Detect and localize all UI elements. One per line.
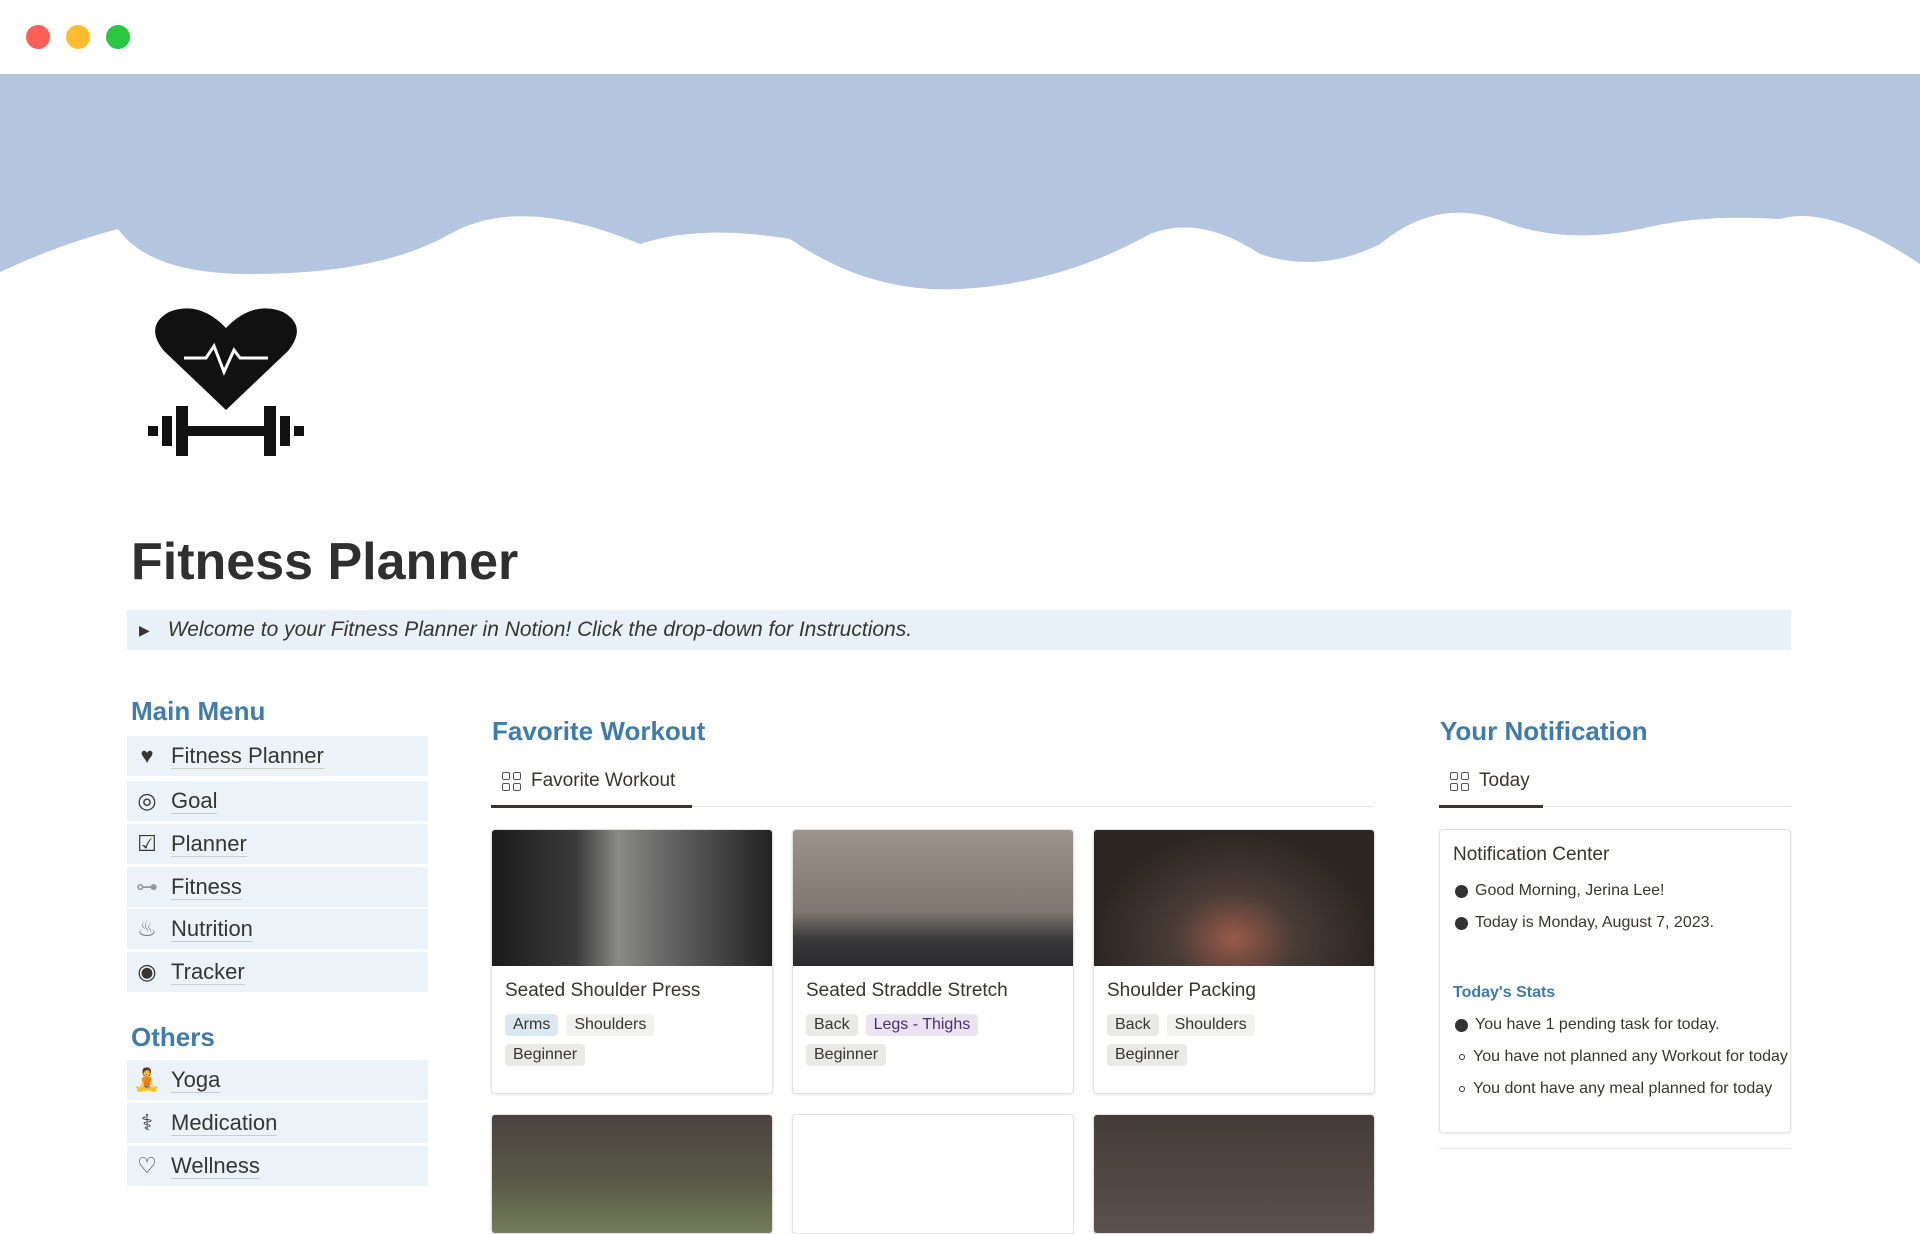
stat-text: You have 1 pending task for today. [1475,1016,1720,1033]
level-tag: Beginner [1107,1044,1188,1066]
workout-card[interactable]: Seated Straddle Stretch Back Legs - Thigh… [792,829,1074,1094]
checklist-icon: ☑ [137,831,157,856]
others-heading: Others [131,1022,215,1052]
workout-card[interactable] [491,1114,773,1234]
minimize-window-button[interactable] [66,25,90,49]
menu-item-fitness[interactable]: ⊶ Fitness [127,867,428,907]
zoom-window-button[interactable] [106,25,130,49]
workout-image [793,830,1073,966]
target-icon: ◎ [137,788,157,813]
muscle-tag: Arms [505,1014,559,1036]
workout-card[interactable]: Seated Shoulder Press Arms Shoulders Begi… [491,829,773,1094]
greeting-text: Good Morning, Jerina Lee! [1475,882,1665,899]
bullet-icon [1455,884,1468,898]
stat-text: You dont have any meal planned for today [1473,1080,1773,1097]
notification-heading: Your Notification [1440,716,1648,746]
menu-item-planner[interactable]: ☑ Planner [127,824,428,864]
muscle-tag: Legs - Thighs [865,1014,979,1036]
gallery-view-icon [1450,771,1469,791]
workout-image [492,830,772,966]
stat-text: You have not planned any Workout for tod… [1473,1048,1788,1065]
page-title: Fitness Planner [131,533,519,591]
tab-favorite-workout[interactable]: Favorite Workout [502,770,675,792]
menu-item-tracker[interactable]: ◉ Tracker [127,952,428,992]
bullet-icon [1455,916,1468,930]
stats-heading: Today's Stats [1453,984,1556,1001]
callout-text: Welcome to your Fitness Planner in Notio… [167,618,913,641]
page-cover [0,74,1920,304]
food-icon: ♨ [137,916,157,941]
hand-heart-icon: ♡ [137,1153,157,1178]
heart-dumbbell-icon: ♥ [140,743,154,768]
date-text: Today is Monday, August 7, 2023. [1475,914,1714,931]
divider [1439,1148,1791,1149]
menu-item-yoga[interactable]: 🧘 Yoga [127,1060,428,1100]
menu-item-medication[interactable]: ⚕ Medication [127,1103,428,1143]
workout-card[interactable]: Shoulder Packing Back Shoulders Beginner [1093,829,1375,1094]
sub-bullet-icon [1459,1086,1465,1092]
workout-image [1094,1115,1374,1233]
workout-image [1094,830,1374,966]
muscle-tag: Back [1107,1014,1159,1036]
gallery-view-icon [502,771,521,791]
level-tag: Beginner [806,1044,887,1066]
tab-today[interactable]: Today [1450,770,1530,792]
dumbbell-icon: ⊶ [136,874,158,899]
workout-card[interactable] [792,1114,1074,1234]
workout-name: Shoulder Packing [1107,980,1256,1001]
workout-name: Seated Shoulder Press [505,980,701,1001]
workout-image [492,1115,772,1233]
crosshair-icon: ◉ [137,959,157,984]
muscle-tag: Back [806,1014,858,1036]
toggle-triangle-icon[interactable]: ▶ [139,622,150,639]
workout-name: Seated Straddle Stretch [806,980,1008,1001]
main-menu-heading: Main Menu [131,696,266,726]
yoga-icon: 🧘 [133,1067,161,1092]
favorite-workout-heading: Favorite Workout [492,716,706,746]
notification-card[interactable]: Notification Center Good Morning, Jerina… [1439,829,1791,1133]
heart-dumbbell-icon [144,306,308,471]
menu-item-goal[interactable]: ◎ Goal [127,781,428,821]
stethoscope-icon: ⚕ [141,1110,153,1135]
close-window-button[interactable] [26,25,50,49]
level-tag: Beginner [505,1044,586,1066]
active-tab-indicator [491,805,692,808]
instructions-toggle[interactable]: ▶ Welcome to your Fitness Planner in Not… [127,610,1791,650]
workout-card[interactable] [1093,1114,1375,1234]
muscle-tag: Shoulders [1166,1014,1255,1036]
notification-card-title: Notification Center [1453,844,1610,865]
bullet-icon [1455,1018,1468,1032]
sub-bullet-icon [1459,1054,1465,1060]
menu-item-wellness[interactable]: ♡ Wellness [127,1146,428,1186]
menu-item-nutrition[interactable]: ♨ Nutrition [127,909,428,949]
menu-item-fitness-planner[interactable]: ♥ Fitness Planner [127,736,428,776]
muscle-tag: Shoulders [566,1014,655,1036]
active-tab-indicator [1439,805,1543,808]
